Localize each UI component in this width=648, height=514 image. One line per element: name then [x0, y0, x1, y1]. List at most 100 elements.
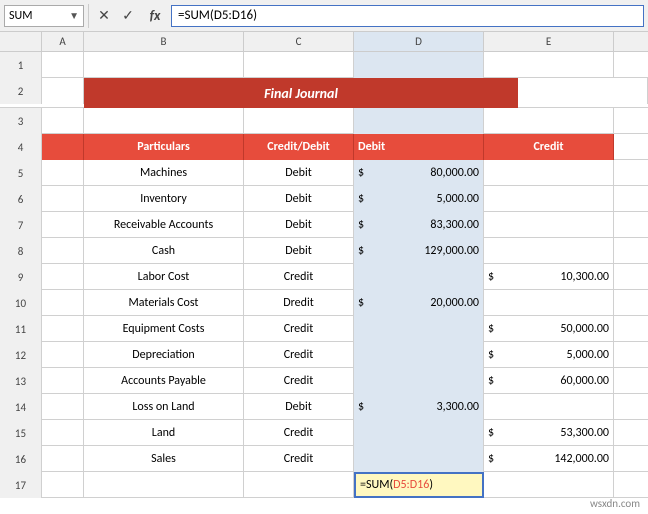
- cell-a15[interactable]: [42, 420, 84, 446]
- cell-e11-credit[interactable]: $50,000.00: [484, 316, 614, 342]
- cell-b8-particulars[interactable]: Cash: [84, 238, 244, 264]
- cell-d10-debit[interactable]: $20,000.00: [354, 290, 484, 316]
- formula-bar[interactable]: =SUM(D5:D16): [171, 5, 644, 27]
- cell-c7-type[interactable]: Debit: [244, 212, 354, 238]
- cell-b12-particulars[interactable]: Depreciation: [84, 342, 244, 368]
- cell-a1[interactable]: [42, 52, 84, 78]
- cell-d16-debit[interactable]: [354, 446, 484, 472]
- title-cell: Final Journal: [84, 78, 518, 108]
- col-header-a[interactable]: A: [42, 32, 84, 51]
- row-13: 13 Accounts Payable Credit $60,000.00: [0, 368, 648, 394]
- cell-c13-type[interactable]: Credit: [244, 368, 354, 394]
- cell-c9-type[interactable]: Credit: [244, 264, 354, 290]
- cell-c1[interactable]: [244, 52, 354, 78]
- cell-e13-credit[interactable]: $60,000.00: [484, 368, 614, 394]
- cell-a2[interactable]: [42, 78, 84, 104]
- cell-a11[interactable]: [42, 316, 84, 342]
- cell-c10-type[interactable]: Dredit: [244, 290, 354, 316]
- formula-icon[interactable]: fx: [141, 5, 169, 27]
- cell-b11-particulars[interactable]: Equipment Costs: [84, 316, 244, 342]
- cell-e5-credit[interactable]: [484, 160, 614, 186]
- cell-b9-particulars[interactable]: Labor Cost: [84, 264, 244, 290]
- row-17: 17 =SUM(D5:D16): [0, 472, 648, 498]
- col-header-c[interactable]: C: [244, 32, 354, 51]
- cell-d14-debit[interactable]: $3,300.00: [354, 394, 484, 420]
- cell-c12-type[interactable]: Credit: [244, 342, 354, 368]
- cell-e1[interactable]: [484, 52, 614, 78]
- cell-e9-credit[interactable]: $10,300.00: [484, 264, 614, 290]
- cell-d3[interactable]: [354, 108, 484, 134]
- cell-d9-debit[interactable]: [354, 264, 484, 290]
- cell-c8-type[interactable]: Debit: [244, 238, 354, 264]
- confirm-button[interactable]: ✓: [117, 5, 139, 27]
- cell-b7-particulars[interactable]: Receivable Accounts: [84, 212, 244, 238]
- cell-d11-debit[interactable]: [354, 316, 484, 342]
- cell-d1[interactable]: [354, 52, 484, 78]
- col-header-b[interactable]: B: [84, 32, 244, 51]
- header-credit-debit: Credit/Debit: [244, 134, 354, 160]
- cell-d7-debit[interactable]: $83,300.00: [354, 212, 484, 238]
- row-5: 5 Machines Debit $80,000.00: [0, 160, 648, 186]
- row-num-header: [0, 32, 42, 51]
- cell-e6-credit[interactable]: [484, 186, 614, 212]
- cell-b14-particulars[interactable]: Loss on Land: [84, 394, 244, 420]
- cell-a5[interactable]: [42, 160, 84, 186]
- cancel-button[interactable]: ✕: [93, 5, 115, 27]
- cell-a10[interactable]: [42, 290, 84, 316]
- cell-d12-debit[interactable]: [354, 342, 484, 368]
- cell-e16-credit[interactable]: $142,000.00: [484, 446, 614, 472]
- cell-d17-formula[interactable]: =SUM(D5:D16): [354, 472, 484, 498]
- cell-d15-debit[interactable]: [354, 420, 484, 446]
- cell-e14-credit[interactable]: [484, 394, 614, 420]
- cell-c15-type[interactable]: Credit: [244, 420, 354, 446]
- cell-b10-particulars[interactable]: Materials Cost: [84, 290, 244, 316]
- cell-b15-particulars[interactable]: Land: [84, 420, 244, 446]
- cell-d6-debit[interactable]: $5,000.00: [354, 186, 484, 212]
- cell-a7[interactable]: [42, 212, 84, 238]
- cell-d5-debit[interactable]: $80,000.00: [354, 160, 484, 186]
- name-box-text: SUM: [9, 9, 32, 23]
- cell-d13-debit[interactable]: [354, 368, 484, 394]
- cell-b3[interactable]: [84, 108, 244, 134]
- cell-e2[interactable]: [518, 78, 648, 104]
- cell-a17[interactable]: [42, 472, 84, 498]
- cell-e12-credit[interactable]: $5,000.00: [484, 342, 614, 368]
- cell-e10-credit[interactable]: [484, 290, 614, 316]
- cell-a8[interactable]: [42, 238, 84, 264]
- rownum-14: 14: [0, 394, 42, 420]
- col-header-d[interactable]: D: [354, 32, 484, 51]
- rownum-7: 7: [0, 212, 42, 238]
- cell-b6-particulars[interactable]: Inventory: [84, 186, 244, 212]
- cell-a16[interactable]: [42, 446, 84, 472]
- cell-e3[interactable]: [484, 108, 614, 134]
- cell-b17[interactable]: [84, 472, 244, 498]
- column-headers: A B C D E: [0, 32, 648, 52]
- cell-d8-debit[interactable]: $129,000.00: [354, 238, 484, 264]
- name-box[interactable]: SUM ▼: [4, 5, 84, 27]
- cell-c16-type[interactable]: Credit: [244, 446, 354, 472]
- cell-a4[interactable]: [42, 134, 84, 160]
- cell-e7-credit[interactable]: [484, 212, 614, 238]
- cell-a6[interactable]: [42, 186, 84, 212]
- cell-b13-particulars[interactable]: Accounts Payable: [84, 368, 244, 394]
- cell-b5-particulars[interactable]: Machines: [84, 160, 244, 186]
- cell-a9[interactable]: [42, 264, 84, 290]
- cell-c5-type[interactable]: Debit: [244, 160, 354, 186]
- rownum-17: 17: [0, 472, 42, 498]
- cell-c17[interactable]: [244, 472, 354, 498]
- cell-e8-credit[interactable]: [484, 238, 614, 264]
- cell-e15-credit[interactable]: $53,300.00: [484, 420, 614, 446]
- cell-c6-type[interactable]: Debit: [244, 186, 354, 212]
- cell-e17[interactable]: [484, 472, 614, 498]
- col-header-e[interactable]: E: [484, 32, 614, 51]
- cell-a12[interactable]: [42, 342, 84, 368]
- row-12: 12 Depreciation Credit $5,000.00: [0, 342, 648, 368]
- cell-a13[interactable]: [42, 368, 84, 394]
- cell-b1[interactable]: [84, 52, 244, 78]
- cell-c14-type[interactable]: Debit: [244, 394, 354, 420]
- cell-b16-particulars[interactable]: Sales: [84, 446, 244, 472]
- cell-c11-type[interactable]: Credit: [244, 316, 354, 342]
- cell-a3[interactable]: [42, 108, 84, 134]
- cell-c3[interactable]: [244, 108, 354, 134]
- cell-a14[interactable]: [42, 394, 84, 420]
